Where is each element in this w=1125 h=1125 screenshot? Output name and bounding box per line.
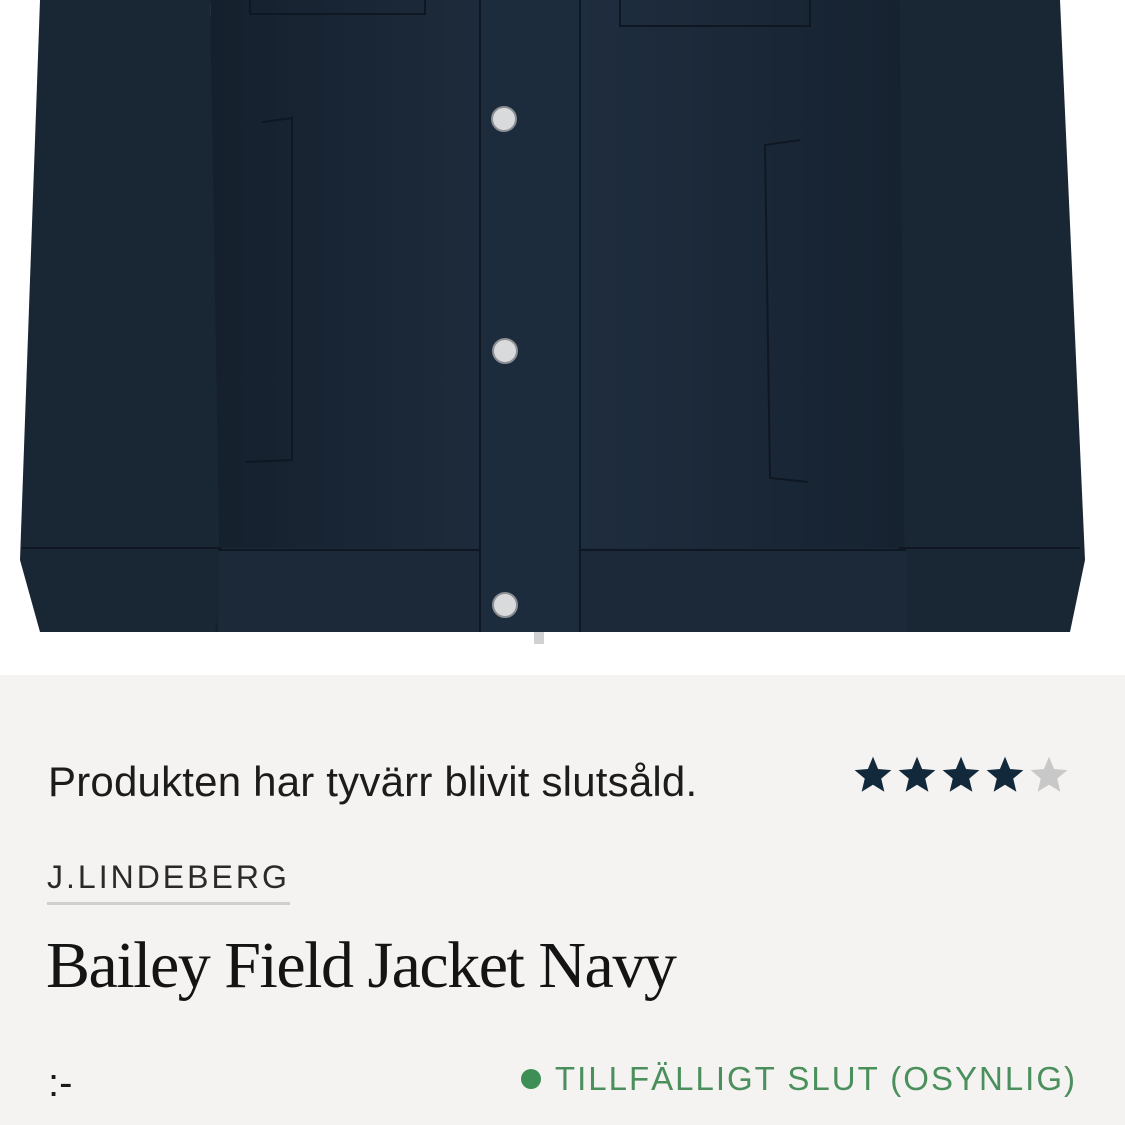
product-price: :-: [48, 1061, 73, 1105]
brand-link[interactable]: J.LINDEBERG: [47, 858, 290, 905]
star-icon: [898, 756, 936, 792]
product-title: Bailey Field Jacket Navy: [46, 929, 677, 1002]
status-dot-icon: [520, 1069, 541, 1089]
star-icon: [1030, 756, 1068, 792]
star-icon: [986, 756, 1024, 792]
jacket-illustration: [20, 0, 1085, 644]
star-icon: [942, 756, 980, 792]
soldout-message: Produkten har tyvärr blivit slutsåld.: [48, 758, 698, 805]
rating-stars[interactable]: [852, 754, 1070, 796]
star-icon: [854, 756, 892, 792]
stock-status: TILLFÄLLIGT SLUT (OSYNLIG): [520, 1060, 1077, 1098]
product-image[interactable]: [0, 0, 1125, 675]
stock-status-label: TILLFÄLLIGT SLUT (OSYNLIG): [554, 1060, 1077, 1097]
